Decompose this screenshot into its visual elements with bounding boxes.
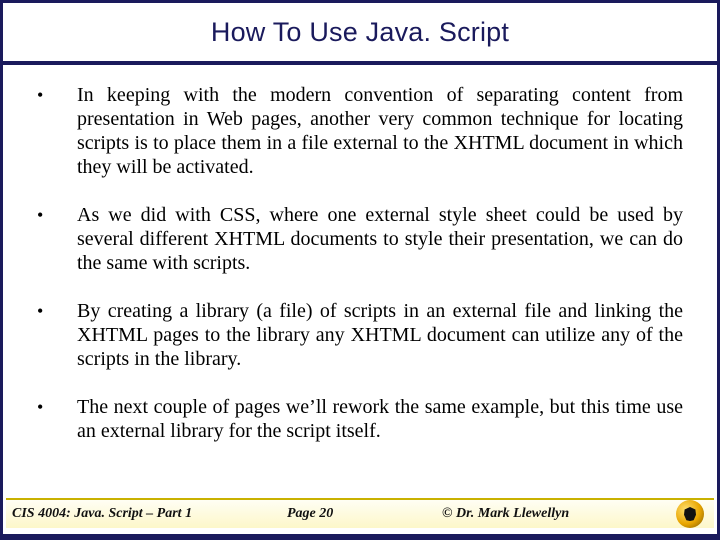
ucf-logo-icon xyxy=(676,500,704,528)
bullet-item: • The next couple of pages we’ll rework … xyxy=(37,395,683,443)
footer-author: © Dr. Mark Llewellyn xyxy=(442,506,676,522)
bullet-item: • As we did with CSS, where one external… xyxy=(37,203,683,275)
bullet-text: In keeping with the modern convention of… xyxy=(77,83,683,179)
footer-course: CIS 4004: Java. Script – Part 1 xyxy=(12,506,287,522)
bullet-item: • By creating a library (a file) of scri… xyxy=(37,299,683,371)
slide-frame: How To Use Java. Script • In keeping wit… xyxy=(0,0,720,540)
bullet-text: As we did with CSS, where one external s… xyxy=(77,203,683,275)
bullet-text: The next couple of pages we’ll rework th… xyxy=(77,395,683,443)
slide-content: • In keeping with the modern convention … xyxy=(3,65,717,443)
bullet-icon: • xyxy=(37,83,77,179)
bullet-icon: • xyxy=(37,299,77,371)
bullet-icon: • xyxy=(37,395,77,443)
bullet-item: • In keeping with the modern convention … xyxy=(37,83,683,179)
title-bar: How To Use Java. Script xyxy=(3,3,717,65)
bullet-text: By creating a library (a file) of script… xyxy=(77,299,683,371)
footer-page: Page 20 xyxy=(287,506,442,522)
slide-title: How To Use Java. Script xyxy=(211,17,509,48)
bullet-icon: • xyxy=(37,203,77,275)
footer-bar: CIS 4004: Java. Script – Part 1 Page 20 … xyxy=(6,498,714,528)
